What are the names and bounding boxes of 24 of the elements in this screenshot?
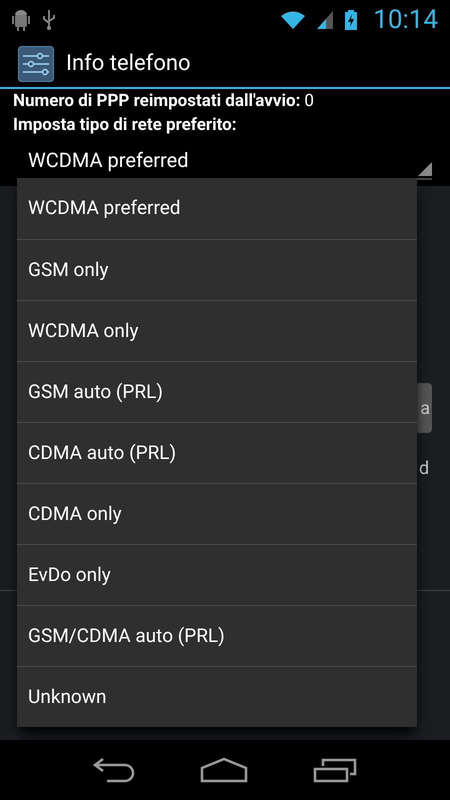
setting-text: d	[419, 457, 430, 481]
dropdown-option[interactable]: Unknown	[17, 666, 417, 727]
info-label: Numero di PPP reimpostati dall'avvio:	[13, 90, 300, 113]
dropdown-option[interactable]: GSM auto (PRL)	[17, 361, 417, 422]
recent-apps-icon[interactable]	[313, 757, 358, 783]
screen-title: Info telefono	[66, 50, 191, 78]
dropdown-option[interactable]: WCDMA preferred	[17, 178, 417, 239]
dropdown-option[interactable]: CDMA auto (PRL)	[17, 422, 417, 483]
back-icon[interactable]	[92, 757, 135, 783]
info-label: Imposta tipo di rete preferito:	[13, 114, 237, 137]
home-icon[interactable]	[200, 757, 248, 783]
dropdown-option[interactable]: WCDMA only	[17, 300, 417, 361]
dropdown-option[interactable]: GSM only	[17, 239, 417, 300]
dropdown-option[interactable]: EvDo only	[17, 544, 417, 605]
battery-charging-icon	[345, 10, 358, 30]
signal-icon	[317, 11, 334, 29]
settings-sliders-icon[interactable]	[18, 46, 54, 82]
dropdown-option[interactable]: GSM/CDMA auto (PRL)	[17, 605, 417, 666]
info-value: 0	[304, 90, 314, 113]
android-debug-icon	[12, 9, 30, 31]
dropdown-option[interactable]: CDMA only	[17, 483, 417, 544]
wifi-icon	[281, 11, 306, 29]
usb-icon	[42, 9, 56, 31]
status-time: 10:14	[373, 4, 438, 36]
